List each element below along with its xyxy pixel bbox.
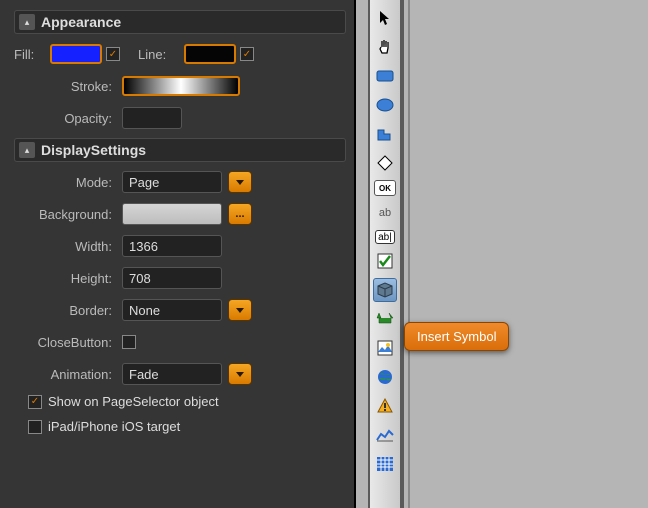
ios-target-label: iPad/iPhone iOS target: [48, 419, 180, 434]
image-icon: [377, 340, 393, 356]
ok-icon: OK: [379, 184, 391, 193]
pointer-icon: [378, 10, 392, 26]
toolstrip: OK ab ab|: [368, 0, 402, 508]
canvas-divider: [408, 0, 410, 508]
warning-tool[interactable]: [373, 394, 397, 418]
height-input[interactable]: [122, 267, 222, 289]
fill-checkbox[interactable]: [106, 47, 120, 61]
animation-label: Animation:: [14, 367, 122, 382]
checkbox-tool[interactable]: [373, 249, 397, 273]
background-label: Background:: [14, 207, 122, 222]
appearance-title: Appearance: [41, 14, 121, 30]
animation-dropdown-button[interactable]: [228, 363, 252, 385]
diamond-icon: [377, 155, 393, 171]
globe-tool[interactable]: [373, 365, 397, 389]
width-input[interactable]: [122, 235, 222, 257]
fill-swatch[interactable]: [50, 44, 102, 64]
border-input[interactable]: [122, 299, 222, 321]
display-header[interactable]: ▴ DisplaySettings: [14, 138, 346, 162]
fill-label: Fill:: [14, 47, 44, 62]
ellipse-icon: [376, 98, 394, 112]
grid-icon: [377, 457, 393, 471]
line-swatch[interactable]: [184, 44, 236, 64]
closebutton-label: CloseButton:: [14, 335, 122, 350]
pointer-tool[interactable]: [373, 6, 397, 30]
image-tool[interactable]: [373, 336, 397, 360]
height-label: Height:: [14, 271, 122, 286]
button-tool[interactable]: OK: [374, 180, 396, 196]
symbol-icon: [376, 282, 394, 298]
grid-tool[interactable]: [373, 452, 397, 476]
ellipse-tool[interactable]: [373, 93, 397, 117]
mode-label: Mode:: [14, 175, 122, 190]
line-checkbox[interactable]: [240, 47, 254, 61]
mode-dropdown-button[interactable]: [228, 171, 252, 193]
background-browse-button[interactable]: [228, 203, 252, 225]
globe-icon: [377, 369, 393, 385]
line-label: Line:: [138, 47, 178, 62]
border-dropdown-button[interactable]: [228, 299, 252, 321]
rectangle-tool[interactable]: [373, 64, 397, 88]
chart-tool[interactable]: [373, 423, 397, 447]
arrow-tool[interactable]: [373, 307, 397, 331]
tooltip: Insert Symbol: [404, 322, 509, 351]
collapse-icon[interactable]: ▴: [19, 14, 35, 30]
pageselector-label: Show on PageSelector object: [48, 394, 219, 409]
mode-input[interactable]: [122, 171, 222, 193]
textbox-icon: ab|: [378, 232, 392, 243]
text-tool[interactable]: ab: [373, 201, 397, 225]
display-title: DisplaySettings: [41, 142, 146, 158]
diamond-tool[interactable]: [373, 151, 397, 175]
textbox-tool[interactable]: ab|: [375, 230, 395, 244]
arrow-icon: [376, 312, 394, 326]
pageselector-checkbox[interactable]: [28, 395, 42, 409]
background-swatch[interactable]: [122, 203, 222, 225]
stroke-label: Stroke:: [14, 79, 122, 94]
width-label: Width:: [14, 239, 122, 254]
rectangle-icon: [376, 70, 394, 82]
tooltip-text: Insert Symbol: [417, 329, 496, 344]
canvas-area[interactable]: [402, 0, 648, 508]
collapse-icon[interactable]: ▴: [19, 142, 35, 158]
hand-tool[interactable]: [373, 35, 397, 59]
polygon-tool[interactable]: [373, 122, 397, 146]
animation-input[interactable]: [122, 363, 222, 385]
border-label: Border:: [14, 303, 122, 318]
appearance-header[interactable]: ▴ Appearance: [14, 10, 346, 34]
opacity-label: Opacity:: [14, 111, 122, 126]
checkbox-icon: [377, 253, 393, 269]
warning-icon: [377, 398, 393, 414]
properties-panel: ▴ Appearance Fill: Line: Stroke: Opacity…: [0, 0, 356, 508]
opacity-input[interactable]: [122, 107, 182, 129]
text-icon: ab: [379, 207, 391, 219]
insert-symbol-tool[interactable]: [373, 278, 397, 302]
polygon-icon: [376, 126, 394, 142]
ios-target-checkbox[interactable]: [28, 420, 42, 434]
hand-icon: [377, 39, 393, 55]
stroke-swatch[interactable]: [122, 76, 240, 96]
closebutton-checkbox[interactable]: [122, 335, 136, 349]
chart-icon: [376, 428, 394, 442]
